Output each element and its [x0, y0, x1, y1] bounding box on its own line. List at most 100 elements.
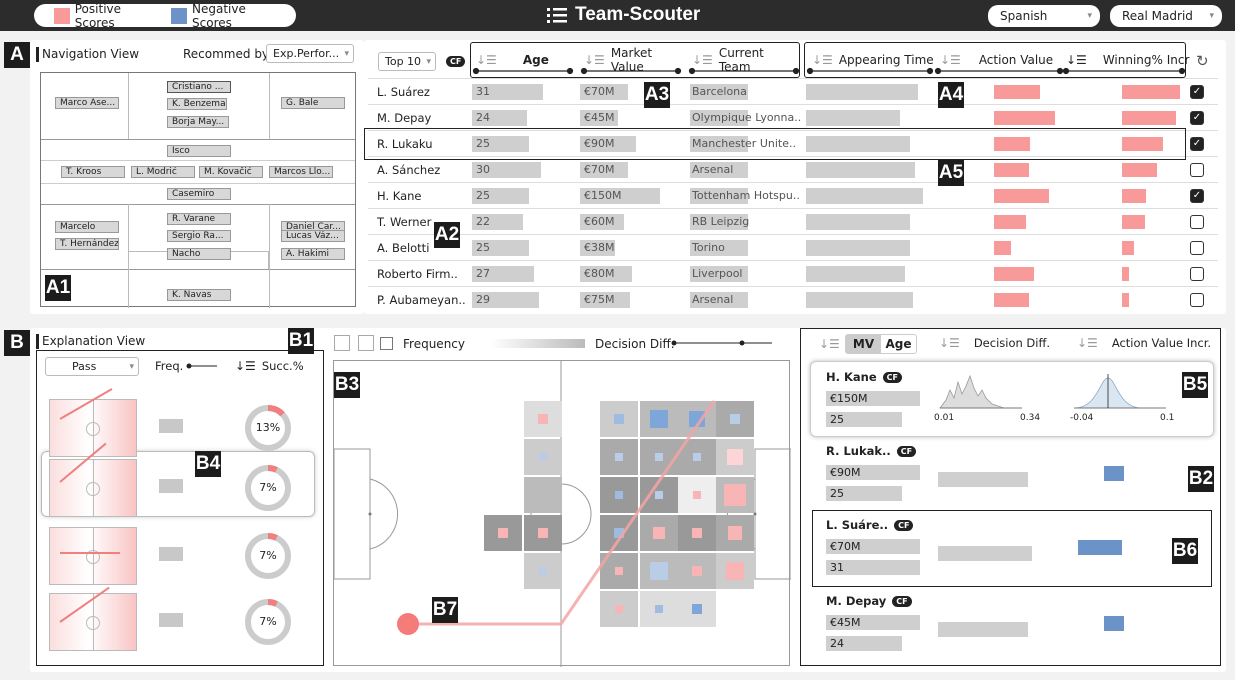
- pitch-heatmap[interactable]: B7: [333, 360, 791, 667]
- comparison-player-name[interactable]: L. Suáre.. CF: [826, 518, 914, 532]
- team-name: Arsenal: [692, 293, 734, 306]
- freq-slider[interactable]: [185, 361, 219, 371]
- player-name[interactable]: A. Belotti: [377, 241, 429, 255]
- recommend-select[interactable]: Exp.Perfor... ▾: [266, 44, 354, 63]
- team-name: Liverpool: [692, 267, 743, 280]
- table-row[interactable]: L. Suárez 31 €70M Barcelona ✓: [368, 78, 1218, 104]
- row-checkbox[interactable]: [1190, 293, 1204, 307]
- label-b7: B7: [432, 597, 458, 623]
- row-checkbox[interactable]: ✓: [1190, 189, 1204, 203]
- language-select[interactable]: Spanish ▾: [988, 5, 1100, 27]
- success-pct: 7%: [259, 615, 277, 628]
- table-row[interactable]: T. Werner 22 €60M RB Leipzig: [368, 208, 1218, 234]
- top-n-select[interactable]: Top 10 ▾: [378, 52, 436, 71]
- decision-diff-slider[interactable]: [670, 338, 776, 348]
- table-row[interactable]: M. Depay 24 €45M Olympique Lyonna.. ✓: [368, 104, 1218, 130]
- player-chip[interactable]: T. Kroos: [61, 166, 125, 178]
- sort-icon[interactable]: ↓☰: [235, 359, 256, 373]
- cf-badge[interactable]: CF: [446, 56, 466, 67]
- filter-box[interactable]: [334, 335, 350, 351]
- winning-incr-bar: [1122, 111, 1176, 125]
- table-row[interactable]: H. Kane 25 €150M Tottenham Hotspu.. ✓: [368, 182, 1218, 208]
- negative-legend-label: Negative Scores: [192, 1, 246, 30]
- action-mini-pitch[interactable]: [49, 388, 137, 457]
- appearing-bar: [806, 162, 915, 178]
- player-chip[interactable]: R. Varane: [167, 213, 231, 225]
- player-name[interactable]: Roberto Firm..: [377, 267, 458, 281]
- player-name[interactable]: M. Depay: [377, 111, 431, 125]
- navigation-view-title: Navigation View: [35, 47, 140, 62]
- comparison-player-name[interactable]: M. Depay CF: [826, 594, 912, 608]
- action-value-incr-bar: [1078, 540, 1122, 555]
- player-chip[interactable]: G. Bale: [281, 97, 345, 109]
- comparison-player-name[interactable]: H. Kane CF: [826, 370, 902, 384]
- action-value-bar: [994, 267, 1034, 281]
- player-name: H. Kane: [826, 370, 877, 384]
- player-chip[interactable]: Sergio Ra...: [167, 230, 231, 242]
- tab-age[interactable]: Age: [881, 335, 916, 353]
- player-chip[interactable]: K. Benzema: [167, 98, 227, 110]
- player-chip[interactable]: Lucas Váz...: [281, 230, 345, 242]
- cf-badge: CF: [896, 446, 917, 457]
- table-row[interactable]: A. Belotti 25 €38M Torino: [368, 234, 1218, 260]
- sort-toggle[interactable]: MV Age: [845, 334, 917, 354]
- action-mini-pitch[interactable]: [49, 442, 137, 517]
- decision-diff-bar: [938, 622, 1028, 637]
- table-row[interactable]: P. Aubameyan.. 29 €75M Arsenal: [368, 286, 1218, 312]
- market-value: €75M: [584, 293, 615, 306]
- decision-diff-header[interactable]: ↓☰ Decision Diff.: [939, 336, 1050, 350]
- filter-box[interactable]: [358, 335, 374, 351]
- label-a5: A5: [938, 160, 964, 186]
- action-list: Pass ▾ Freq. ↓☰ Succ.% B4 13% 7% 7% 7%: [36, 350, 324, 666]
- field-line: [41, 160, 355, 161]
- player-chip[interactable]: Nacho: [167, 248, 231, 260]
- team-select[interactable]: Real Madrid ▾: [1110, 5, 1222, 27]
- action-mini-pitch[interactable]: [49, 527, 137, 585]
- action-value: Pass: [72, 360, 97, 373]
- player-chip[interactable]: L. Modrić: [131, 166, 195, 178]
- row-checkbox[interactable]: [1190, 163, 1204, 177]
- action-value-incr-header[interactable]: ↓☰ Action Value Incr.: [1077, 336, 1211, 350]
- player-name[interactable]: L. Suárez: [377, 85, 430, 99]
- sort-icon[interactable]: ↓☰: [819, 337, 840, 351]
- frequency-checkbox[interactable]: [380, 337, 393, 350]
- sort-icon[interactable]: ↓☰: [1077, 336, 1098, 350]
- player-chip[interactable]: Marco Ase...: [55, 97, 119, 109]
- player-name[interactable]: P. Aubameyan..: [377, 293, 466, 307]
- player-name[interactable]: T. Werner: [377, 215, 431, 229]
- row-checkbox[interactable]: [1190, 267, 1204, 281]
- label-a4: A4: [938, 82, 964, 108]
- player-chip[interactable]: T. Hernández: [55, 238, 119, 250]
- player-chip[interactable]: Cristiano ...: [167, 81, 231, 93]
- succ-header[interactable]: ↓☰ Succ.%: [235, 359, 304, 373]
- row-checkbox[interactable]: [1190, 215, 1204, 229]
- table-row[interactable]: Roberto Firm.. 27 €80M Liverpool: [368, 260, 1218, 286]
- comparison-player-name[interactable]: R. Lukak.. CF: [826, 444, 917, 458]
- player-chip[interactable]: Marcos Llo...: [269, 166, 333, 178]
- action-select[interactable]: Pass ▾: [45, 357, 139, 376]
- row-checkbox[interactable]: ✓: [1190, 137, 1204, 151]
- player-chip[interactable]: A. Hakimi: [281, 248, 345, 260]
- row-checkbox[interactable]: ✓: [1190, 111, 1204, 125]
- tab-mv[interactable]: MV: [846, 335, 881, 353]
- player-chip[interactable]: Marcelo: [55, 221, 119, 233]
- cf-badge: CF: [882, 372, 902, 383]
- winning-incr-bar: [1122, 293, 1129, 307]
- team-name: Arsenal: [692, 163, 734, 176]
- app-title-text: Team-Scouter: [575, 4, 701, 25]
- player-name[interactable]: H. Kane: [377, 189, 422, 203]
- pass-line: [60, 552, 120, 554]
- player-chip[interactable]: K. Navas: [167, 289, 231, 301]
- refresh-icon[interactable]: ↻: [1196, 52, 1209, 70]
- player-chip[interactable]: Borja May...: [167, 116, 229, 128]
- row-checkbox[interactable]: ✓: [1190, 85, 1204, 99]
- player-chip[interactable]: Casemiro: [167, 188, 231, 200]
- player-chip[interactable]: Isco: [167, 145, 231, 157]
- player-chip[interactable]: M. Kovačić: [199, 166, 263, 178]
- player-name[interactable]: A. Sánchez: [377, 163, 440, 177]
- action-mini-pitch[interactable]: [49, 586, 137, 651]
- action-value-incr-bar: [1104, 466, 1124, 481]
- appearing-bar: [806, 84, 918, 100]
- sort-icon[interactable]: ↓☰: [939, 336, 960, 350]
- row-checkbox[interactable]: [1190, 241, 1204, 255]
